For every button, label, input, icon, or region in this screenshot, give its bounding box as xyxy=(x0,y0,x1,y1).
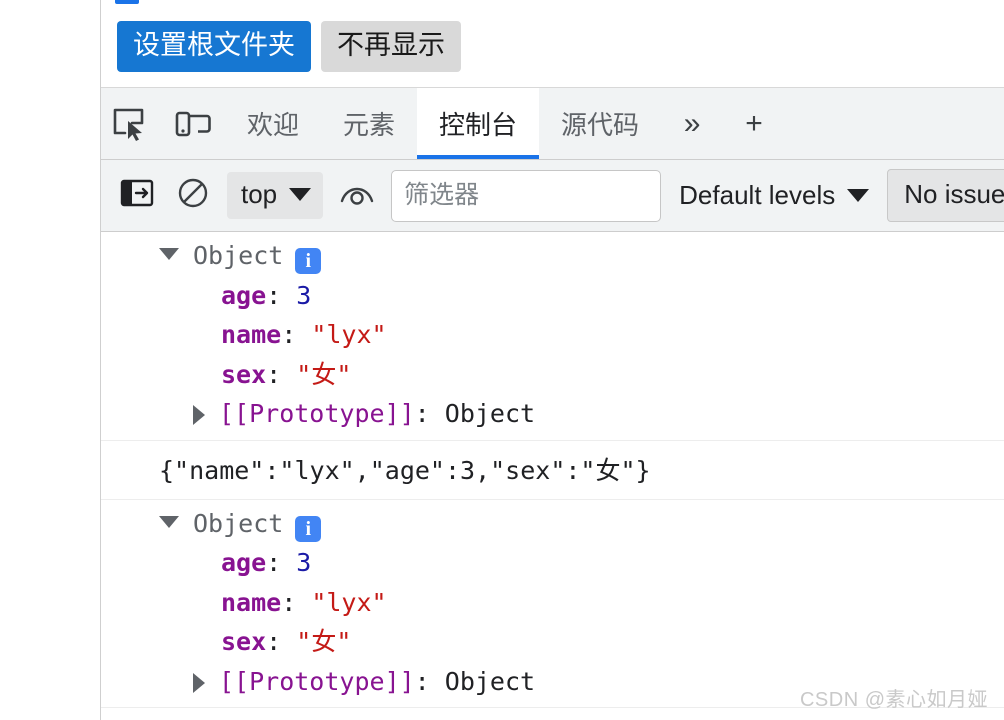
device-toolbar-button[interactable] xyxy=(163,88,225,159)
eye-icon xyxy=(338,179,376,212)
object-type-label: Object xyxy=(193,508,284,538)
page-left-gutter xyxy=(0,0,100,720)
chevron-down-icon xyxy=(289,188,312,201)
object-property-row: sex: "女" xyxy=(101,622,1004,662)
live-expression-button[interactable] xyxy=(335,174,379,218)
object-type-label: Object xyxy=(193,241,284,270)
console-toolbar: top Default levels No issues xyxy=(101,160,1004,232)
property-separator: : xyxy=(266,627,297,656)
log-levels-selector[interactable]: Default levels xyxy=(673,176,875,215)
property-value: "lyx" xyxy=(311,320,387,349)
object-property-row: name: "lyx" xyxy=(101,315,1004,355)
tab-elements[interactable]: 元素 xyxy=(321,88,417,159)
property-value: 3 xyxy=(296,280,312,310)
add-panel-plus-icon[interactable]: + xyxy=(723,88,785,159)
log-levels-value: Default levels xyxy=(679,180,836,210)
tab-console[interactable]: 控制台 xyxy=(417,88,540,159)
triangle-down-icon[interactable] xyxy=(159,248,179,260)
object-property-row: age: 3 xyxy=(101,276,1004,316)
prototype-key: [[Prototype]] xyxy=(219,399,415,428)
triangle-down-icon[interactable] xyxy=(159,515,179,528)
property-key: name xyxy=(221,587,282,617)
property-separator: : xyxy=(266,548,297,577)
console-filter-input[interactable] xyxy=(391,169,662,222)
property-value: 3 xyxy=(296,548,312,577)
tab-sources[interactable]: 源代码 xyxy=(539,88,661,159)
execution-context-value: top xyxy=(241,179,278,209)
object-property-row: age: 3 xyxy=(101,543,1004,583)
set-root-folder-button[interactable]: 设置根文件夹 xyxy=(117,21,311,72)
property-value: "女" xyxy=(296,627,352,656)
console-log-area: Object i age: 3 name: "lyx" sex: "女" [[P… xyxy=(101,232,1004,720)
csdn-watermark: CSDN @素心如月娅 xyxy=(799,689,988,711)
property-key: sex xyxy=(221,359,267,389)
prototype-value: Object xyxy=(444,399,536,428)
object-property-row: name: "lyx" xyxy=(101,583,1004,623)
devtools-tabstrip: 欢迎 元素 控制台 源代码 » + xyxy=(101,88,1004,160)
property-separator: : xyxy=(266,359,297,389)
devtools-window: 设置根文件夹 不再显示 欢迎 元素 控制台 源代码 » + top 筛选器 De… xyxy=(100,0,1004,720)
property-value: "女" xyxy=(296,359,352,389)
more-tabs-chevron-icon[interactable]: » xyxy=(661,88,723,159)
property-key: name xyxy=(221,320,282,349)
triangle-right-icon[interactable] xyxy=(193,405,205,425)
triangle-right-icon[interactable] xyxy=(193,672,205,693)
property-separator: : xyxy=(281,320,312,349)
object-header-row[interactable]: Object i xyxy=(101,504,1004,544)
info-icon[interactable]: i xyxy=(295,515,322,542)
clear-console-button[interactable] xyxy=(171,174,215,218)
workspace-banner: 设置根文件夹 不再显示 xyxy=(101,0,1004,88)
tab-label: 控制台 xyxy=(439,110,518,140)
issues-button[interactable]: No issues xyxy=(887,169,1004,222)
console-message-object[interactable]: Object i age: 3 name: "lyx" sex: "女" [[P… xyxy=(101,232,1004,441)
dont-show-again-button[interactable]: 不再显示 xyxy=(321,21,461,72)
tab-label: 源代码 xyxy=(561,110,640,140)
banner-top-sliver xyxy=(115,0,139,4)
device-toolbar-icon xyxy=(174,107,214,141)
object-header-row[interactable]: Object i xyxy=(101,236,1004,276)
prototype-separator: : xyxy=(414,666,445,696)
console-message-object[interactable]: Object i age: 3 name: "lyx" sex: "女" [[P… xyxy=(101,500,1004,708)
tab-label: 元素 xyxy=(343,110,396,140)
info-icon[interactable]: i xyxy=(295,248,322,275)
property-separator: : xyxy=(266,280,297,310)
prototype-value: Object xyxy=(444,666,536,696)
property-value: "lyx" xyxy=(311,587,387,617)
screenshot-root: 设置根文件夹 不再显示 欢迎 元素 控制台 源代码 » + top 筛选器 De… xyxy=(0,0,1004,720)
execution-context-selector[interactable]: top xyxy=(227,172,324,219)
tab-label: 欢迎 xyxy=(247,110,300,140)
object-prototype-row[interactable]: [[Prototype]]: Object xyxy=(101,394,1004,434)
property-key: sex xyxy=(221,627,267,656)
clear-console-icon xyxy=(176,176,210,215)
inspect-cursor-icon xyxy=(112,107,152,141)
console-sidebar-icon xyxy=(120,178,154,213)
chevron-down-icon xyxy=(847,189,870,202)
property-key: age xyxy=(221,280,267,310)
object-property-row: sex: "女" xyxy=(101,355,1004,395)
property-key: age xyxy=(221,548,267,577)
console-message-text[interactable]: {"name":"lyx","age":3,"sex":"女"} xyxy=(101,441,1004,500)
console-sidebar-button[interactable] xyxy=(115,174,159,218)
property-separator: : xyxy=(281,587,312,617)
prototype-key: [[Prototype]] xyxy=(219,666,415,696)
inspect-element-button[interactable] xyxy=(101,88,163,159)
banner-button-group: 设置根文件夹 不再显示 xyxy=(117,21,461,72)
prototype-separator: : xyxy=(414,399,445,428)
tab-welcome[interactable]: 欢迎 xyxy=(225,88,321,159)
